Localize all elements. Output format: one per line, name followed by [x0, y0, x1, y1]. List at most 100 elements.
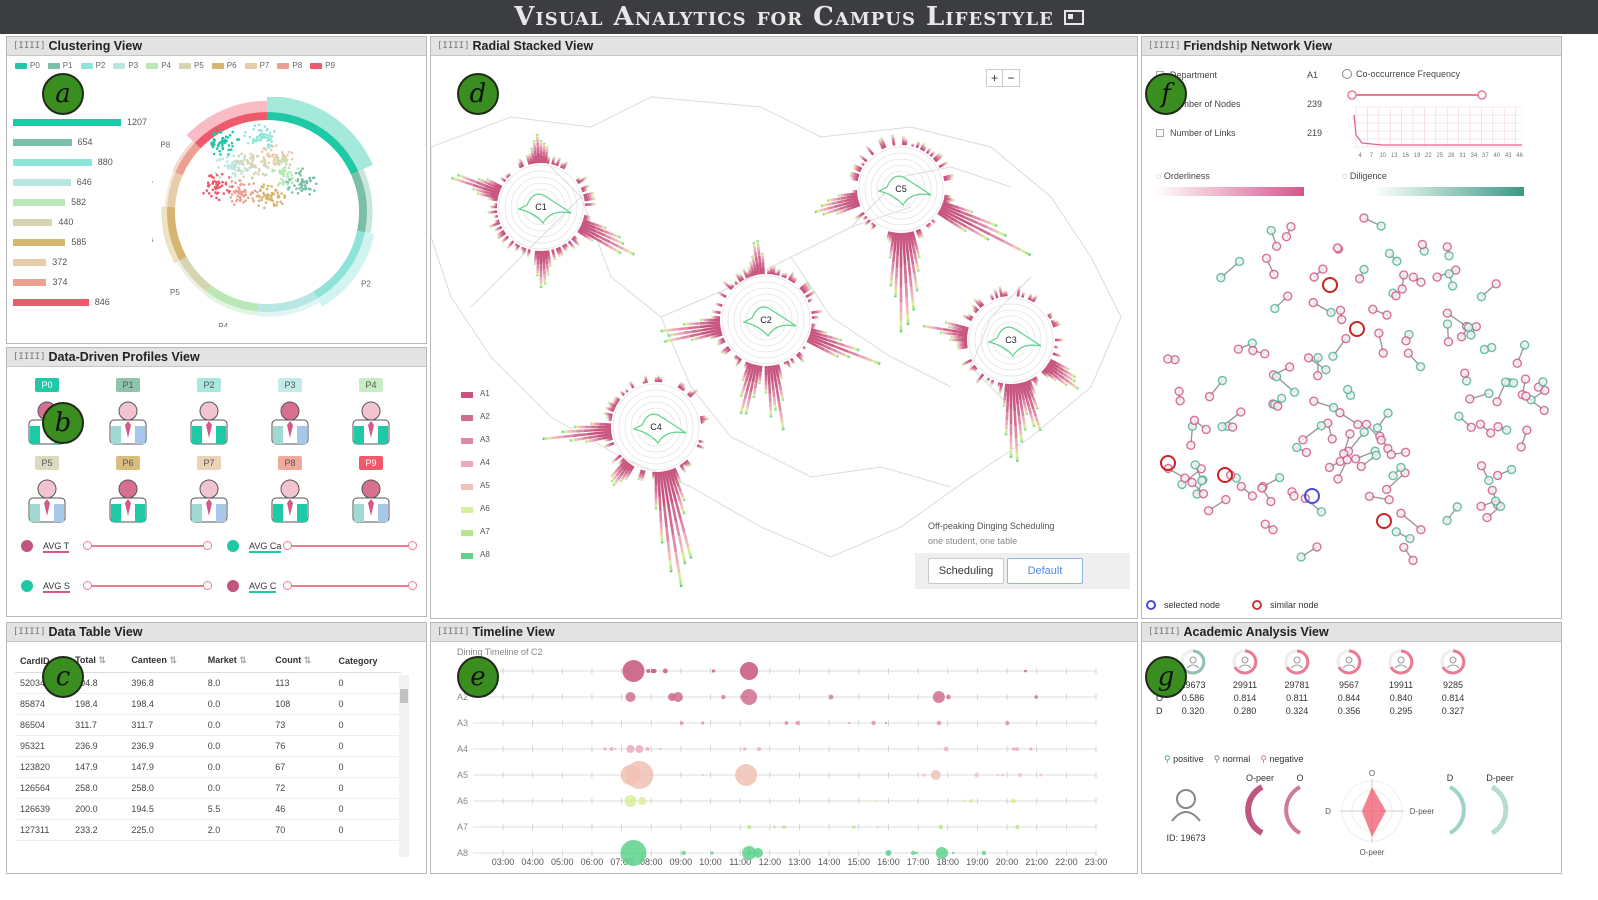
stat-value[interactable]: 239	[1307, 99, 1322, 109]
network-node[interactable]	[1268, 524, 1278, 535]
network-node[interactable]	[1399, 542, 1409, 553]
network-node[interactable]	[1342, 384, 1353, 395]
network-node[interactable]	[1266, 225, 1276, 236]
legend-swatch-a7[interactable]	[461, 530, 473, 536]
network-node[interactable]	[1197, 475, 1207, 486]
network-node[interactable]	[1479, 344, 1490, 355]
cluster-bar[interactable]	[13, 159, 92, 166]
table-row[interactable]: 123820 147.9 147.9 0.0 67 0	[15, 756, 401, 778]
timeline-dot[interactable]	[626, 745, 635, 753]
cluster-bar-value[interactable]: 440	[58, 217, 73, 227]
network-node[interactable]	[1289, 491, 1299, 501]
network-node[interactable]	[1374, 328, 1384, 338]
profile-card-p3[interactable]: P3	[262, 378, 318, 449]
radial-cluster-c2[interactable]: C2	[660, 240, 881, 431]
network-node[interactable]	[1492, 470, 1503, 481]
table-row[interactable]: 126564 258.0 258.0 0.0 72 0	[15, 777, 401, 799]
cluster-bar[interactable]	[13, 279, 47, 286]
legend-positive[interactable]: ⚲ positive	[1164, 754, 1204, 765]
network-node[interactable]	[1392, 256, 1402, 266]
network-node[interactable]	[1359, 264, 1369, 275]
network-node[interactable]	[1247, 491, 1258, 501]
cluster-bar[interactable]	[13, 259, 47, 266]
radial-cluster-c5[interactable]: C5	[814, 134, 1032, 333]
network-node[interactable]	[1506, 464, 1517, 475]
legend-swatch-a3[interactable]	[461, 438, 473, 444]
slider-track[interactable]	[287, 585, 412, 587]
network-node[interactable]	[1415, 361, 1426, 372]
network-node[interactable]	[1476, 501, 1486, 512]
legend-label[interactable]: A7	[480, 527, 490, 536]
network-node[interactable]	[1233, 344, 1244, 354]
student-item[interactable]: 29781 0.811 0.324	[1272, 649, 1322, 718]
timeline-dot[interactable]	[735, 764, 758, 786]
network-node[interactable]	[1236, 407, 1246, 417]
slider-min-handle[interactable]	[83, 581, 92, 590]
zoom-out-button[interactable]: −	[1003, 70, 1019, 86]
friendship-network-graph[interactable]	[1150, 213, 1555, 583]
network-node[interactable]	[1512, 358, 1523, 368]
network-node[interactable]	[1396, 508, 1406, 519]
legend-item-p9[interactable]: P9	[310, 61, 335, 70]
network-node[interactable]	[1204, 391, 1215, 402]
slider-icon[interactable]	[227, 540, 239, 552]
network-node[interactable]	[1491, 279, 1501, 289]
slider-icon[interactable]	[21, 540, 33, 552]
legend-label[interactable]: A6	[480, 504, 490, 513]
network-node[interactable]	[1189, 415, 1200, 426]
slider-label[interactable]: AVG Ca	[249, 541, 282, 553]
profile-card-p7[interactable]: P7	[181, 456, 237, 527]
network-node[interactable]	[1383, 408, 1393, 418]
network-node[interactable]	[1260, 519, 1270, 529]
network-node[interactable]	[1201, 424, 1211, 435]
network-node[interactable]	[1328, 351, 1338, 362]
network-node[interactable]	[1313, 370, 1323, 381]
network-node[interactable]	[1190, 460, 1200, 470]
sort-icon[interactable]: ⇅	[301, 655, 312, 665]
profile-card-p1[interactable]: P1	[100, 378, 156, 449]
network-node[interactable]	[1516, 442, 1526, 452]
network-node[interactable]	[1442, 515, 1452, 526]
network-node[interactable]	[1381, 484, 1392, 495]
legend-swatch-a1[interactable]	[461, 392, 473, 398]
cluster-bar-value[interactable]: 880	[98, 157, 113, 167]
network-node[interactable]	[1399, 270, 1409, 280]
zoom-in-button[interactable]: +	[987, 70, 1003, 86]
slider-max-handle[interactable]	[203, 581, 212, 590]
d-peer-arc[interactable]	[1490, 784, 1509, 836]
ring-segment-p3[interactable]	[258, 291, 318, 312]
table-row[interactable]: 127311 233.2 225.0 2.0 70 0	[15, 819, 401, 841]
ring-segment-p5[interactable]	[179, 256, 212, 292]
network-node[interactable]	[1522, 425, 1532, 435]
table-row[interactable]: 85874 198.4 198.4 0.0 108 0	[15, 693, 401, 715]
network-node[interactable]	[1261, 253, 1272, 264]
table-row[interactable]: 86504 311.7 311.7 0.0 73 0	[15, 714, 401, 736]
network-node[interactable]	[1484, 388, 1494, 399]
profile-card-p9[interactable]: P9	[343, 456, 399, 527]
network-node[interactable]	[1308, 297, 1318, 308]
legend-label[interactable]: A3	[480, 435, 490, 444]
legend-item-p7[interactable]: P7	[244, 61, 269, 70]
table-row[interactable]: 95321 236.9 236.9 0.0 76 0	[15, 735, 401, 757]
network-node[interactable]	[1368, 304, 1378, 314]
network-node[interactable]	[1408, 555, 1418, 566]
network-node[interactable]	[1460, 368, 1470, 378]
cluster-bar-value[interactable]: 846	[95, 297, 110, 307]
network-node[interactable]	[1332, 243, 1343, 253]
timeline-dot[interactable]	[932, 691, 945, 703]
sort-icon[interactable]: ⇅	[167, 655, 177, 665]
network-node[interactable]	[1217, 421, 1227, 432]
network-node[interactable]	[1333, 474, 1343, 484]
network-node[interactable]	[1539, 405, 1549, 416]
timeline-dot[interactable]	[625, 692, 636, 702]
network-node[interactable]	[1163, 354, 1173, 364]
timeline-dot[interactable]	[622, 660, 645, 682]
network-node[interactable]	[1217, 375, 1228, 386]
network-node[interactable]	[1396, 462, 1406, 473]
d-arc[interactable]	[1448, 785, 1466, 835]
network-node[interactable]	[1303, 353, 1314, 363]
radial-cluster-c4[interactable]: C4	[542, 375, 709, 588]
legend-label[interactable]: A1	[480, 389, 490, 398]
network-node[interactable]	[1318, 264, 1328, 274]
network-node[interactable]	[1292, 442, 1302, 453]
